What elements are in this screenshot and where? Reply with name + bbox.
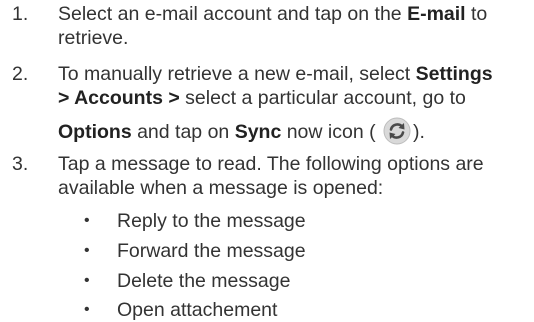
step-line: To manually retrieve a new e-mail, selec… — [58, 62, 528, 86]
text-segment: now icon ( — [281, 121, 376, 143]
option-reply: Reply to the message — [117, 210, 306, 232]
option-open-attachment: Open attachement — [117, 299, 278, 321]
step-line: > Accounts > select a particular account… — [58, 86, 528, 110]
list-item: • Forward the message — [0, 239, 534, 263]
text-segment: and tap on — [131, 121, 235, 143]
step-number: 2. — [12, 63, 29, 85]
bullet: • — [84, 272, 90, 289]
step-text: Select an e-mail account and tap on the … — [58, 2, 528, 50]
bullet: • — [84, 242, 90, 259]
email-term: E-mail — [407, 3, 466, 25]
instructions-page: 1. Select an e-mail account and tap on t… — [0, 0, 534, 322]
step-line: Tap a message to read. The following opt… — [58, 153, 484, 175]
step-line: Options and tap on Sync now icon ( ). — [58, 117, 528, 145]
list-item: • Open attachement — [0, 298, 534, 322]
options-term: Options — [58, 121, 132, 143]
bullet: • — [84, 212, 90, 229]
settings-term: Settings — [415, 63, 493, 85]
sync-icon — [383, 117, 411, 145]
step-line: available when a message is opened: — [58, 177, 384, 199]
list-item: • Delete the message — [0, 269, 534, 293]
step-number: 1. — [12, 3, 29, 25]
step-text: Tap a message to read. The following opt… — [58, 152, 528, 200]
text-segment: ). — [413, 121, 425, 143]
text-segment: Select an e-mail account and tap on the — [58, 3, 408, 25]
list-item: • Reply to the message — [0, 209, 534, 233]
step-line: retrieve. — [58, 27, 129, 49]
option-forward: Forward the message — [117, 240, 306, 262]
step-text: To manually retrieve a new e-mail, selec… — [58, 62, 528, 145]
step-line: Select an e-mail account and tap on the … — [58, 2, 528, 26]
accounts-term: > Accounts > — [58, 87, 180, 109]
option-delete: Delete the message — [117, 270, 291, 292]
bullet: • — [84, 301, 90, 318]
text-segment: to — [465, 3, 488, 25]
text-segment: select a particular account, go to — [179, 87, 466, 109]
text-segment: To manually retrieve a new e-mail, selec… — [58, 63, 416, 85]
sync-term: Sync — [234, 121, 282, 143]
step-number: 3. — [12, 153, 29, 175]
